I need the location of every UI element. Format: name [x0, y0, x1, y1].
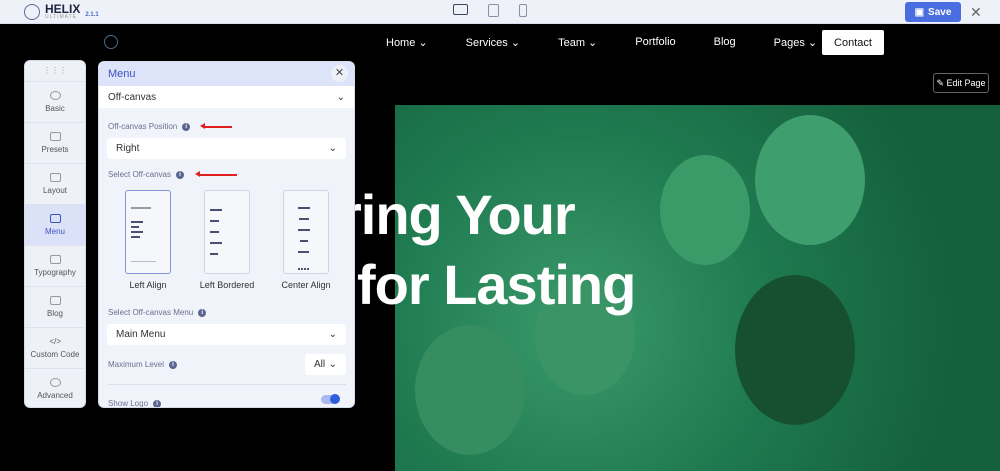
- chevron-down-icon: ⌄: [328, 329, 337, 340]
- blog-icon: [49, 296, 61, 305]
- nav-services[interactable]: Services ⌄: [466, 36, 520, 49]
- max-level-select[interactable]: All ⌄: [305, 354, 346, 375]
- option-center-align[interactable]: [283, 190, 329, 274]
- position-value: Right: [116, 143, 140, 154]
- hero-headline-line1: ring Your: [340, 183, 576, 246]
- info-icon[interactable]: i: [153, 399, 162, 407]
- info-icon[interactable]: i: [176, 170, 184, 179]
- tablet-view-icon[interactable]: [488, 4, 499, 17]
- site-logo[interactable]: [104, 35, 118, 49]
- drag-handle-icon[interactable]: ⋮⋮⋮: [25, 61, 85, 81]
- info-icon[interactable]: i: [182, 122, 191, 131]
- sidebar-item-label: Menu: [44, 227, 65, 236]
- settings-sidebar: ⋮⋮⋮ Basic Presets Layout Menu Typography…: [24, 60, 86, 408]
- gear-icon: [49, 91, 61, 100]
- sidebar-item-label: Typography: [34, 268, 76, 277]
- chevron-down-icon: ⌄: [328, 143, 337, 154]
- nav-portfolio[interactable]: Portfolio: [635, 36, 675, 49]
- code-icon: </>: [49, 337, 62, 346]
- nav-home[interactable]: Home ⌄: [386, 36, 428, 49]
- helix-logo: HELIX ULTIMATE 2.1.1: [24, 2, 99, 20]
- sliders-icon: [49, 132, 61, 141]
- option-label: Left Align: [129, 280, 167, 290]
- info-icon[interactable]: i: [169, 360, 178, 369]
- sidebar-item-blog[interactable]: Blog: [25, 286, 85, 327]
- select-offcanvas-label: Select Off-canvas: [108, 170, 171, 179]
- contact-button[interactable]: Contact: [822, 30, 884, 55]
- show-logo-toggle[interactable]: [321, 394, 340, 404]
- desktop-view-icon[interactable]: [453, 4, 468, 15]
- max-level-label: Maximum Level: [108, 360, 165, 369]
- save-label: Save: [928, 6, 952, 18]
- info-icon[interactable]: i: [198, 308, 207, 317]
- option-label: Left Bordered: [199, 280, 255, 290]
- option-left-align[interactable]: [125, 190, 171, 274]
- sidebar-item-typography[interactable]: Typography: [25, 245, 85, 286]
- panel-title: Menu: [108, 68, 136, 80]
- option-left-bordered[interactable]: [204, 190, 250, 274]
- close-panel-icon[interactable]: ✕: [331, 65, 348, 82]
- advanced-icon: [49, 378, 61, 387]
- menu-value: Main Menu: [116, 329, 166, 340]
- save-icon: ▣: [914, 6, 925, 18]
- mobile-view-icon[interactable]: [519, 4, 527, 17]
- red-arrow-annotation: [195, 171, 237, 177]
- close-icon[interactable]: ✕: [970, 4, 982, 21]
- section-accordion[interactable]: Off-canvas ⌄: [99, 86, 354, 108]
- nav-blog[interactable]: Blog: [714, 36, 736, 49]
- option-label: Center Align: [281, 280, 331, 290]
- save-button[interactable]: ▣ Save: [905, 2, 961, 22]
- chevron-down-icon: ⌄: [328, 359, 337, 370]
- sidebar-item-label: Custom Code: [30, 350, 80, 359]
- app-subtitle: ULTIMATE: [45, 14, 77, 20]
- sidebar-item-label: Basic: [45, 104, 65, 113]
- section-label: Off-canvas: [108, 91, 157, 103]
- edit-page-button[interactable]: ✎ Edit Page: [933, 73, 989, 93]
- menu-icon: [49, 214, 61, 223]
- app-name: HELIX: [45, 2, 81, 16]
- show-logo-label: Show Logo: [108, 399, 149, 408]
- hero-headline-line2: for Lasting: [357, 253, 636, 316]
- offcanvas-menu-label: Select Off-canvas Menu: [108, 308, 194, 317]
- nav-team[interactable]: Team ⌄: [558, 36, 597, 49]
- sidebar-item-menu[interactable]: Menu: [25, 204, 85, 245]
- sidebar-item-layout[interactable]: Layout: [25, 163, 85, 204]
- nav-pages[interactable]: Pages ⌄: [774, 36, 817, 49]
- typography-icon: [49, 255, 61, 264]
- max-level-value: All: [314, 359, 326, 370]
- menu-settings-panel: Menu ✕ Off-canvas ⌄ Off-canvas Position i R…: [98, 61, 355, 408]
- offcanvas-menu-select[interactable]: Main Menu ⌄: [107, 324, 346, 345]
- sidebar-item-custom-code[interactable]: </> Custom Code: [25, 327, 85, 368]
- sidebar-item-basic[interactable]: Basic: [25, 81, 85, 122]
- edit-page-label: Edit Page: [946, 78, 986, 88]
- app-version: 2.1.1: [85, 12, 99, 18]
- sidebar-item-label: Layout: [42, 186, 68, 195]
- edit-icon: ✎: [936, 77, 947, 88]
- top-toolbar: HELIX ULTIMATE 2.1.1 ▣ Save ✕: [0, 0, 1000, 24]
- divider: [108, 384, 346, 385]
- red-arrow-annotation: [200, 123, 232, 129]
- sidebar-item-label: Presets: [41, 145, 69, 154]
- position-label: Off-canvas Position: [108, 122, 178, 131]
- sidebar-item-label: Advanced: [37, 391, 73, 400]
- site-nav: Home ⌄ Services ⌄ Team ⌄ Portfolio Blog …: [386, 36, 855, 49]
- chevron-down-icon: ⌄: [336, 91, 345, 103]
- logo-icon: [24, 4, 40, 20]
- position-select[interactable]: Right ⌄: [107, 138, 346, 159]
- sidebar-item-label: Blog: [46, 309, 63, 318]
- sidebar-item-presets[interactable]: Presets: [25, 122, 85, 163]
- sidebar-item-advanced[interactable]: Advanced: [25, 368, 85, 409]
- layout-icon: [49, 173, 61, 182]
